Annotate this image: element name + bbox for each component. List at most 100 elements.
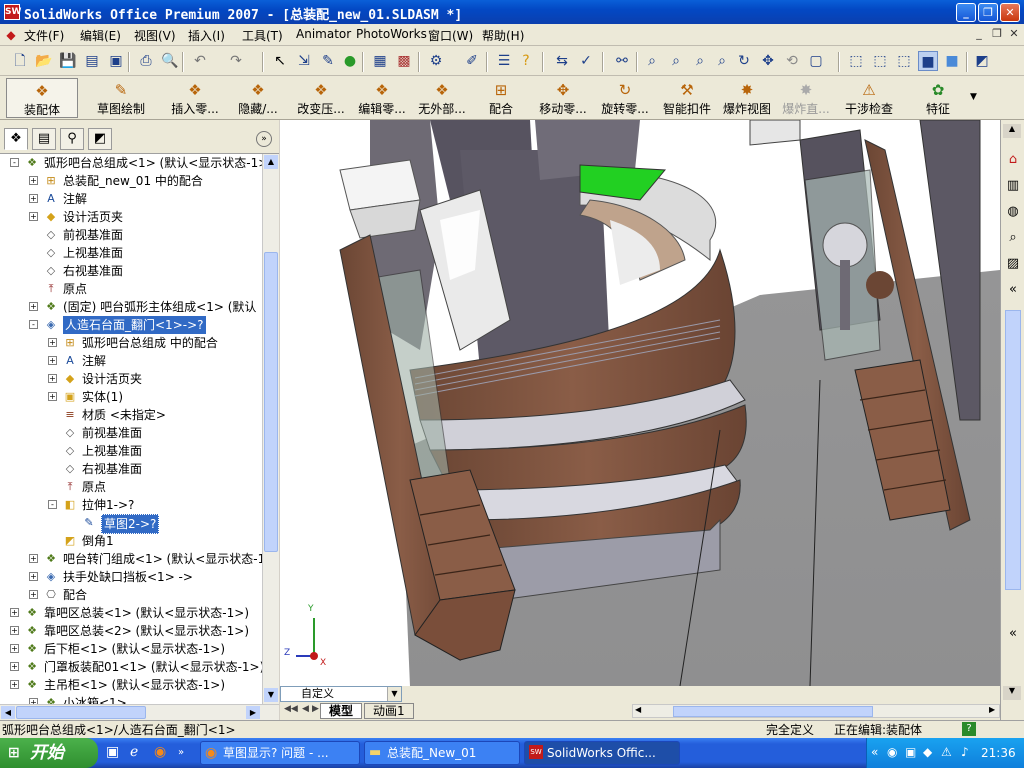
solidworks-menu-icon[interactable]: ◆: [2, 25, 20, 43]
tree-row[interactable]: + ❖ 靠吧区总装<1> (默认<显示状态-1>): [0, 604, 262, 622]
expand-icon[interactable]: +: [29, 302, 38, 311]
collapse-icon[interactable]: -: [29, 320, 38, 329]
scroll-thumb[interactable]: [264, 252, 278, 552]
ie-icon[interactable]: ℯ: [130, 744, 138, 760]
property-manager-tab[interactable]: ▤: [32, 128, 56, 150]
tab-nav-prev-icon[interactable]: ◀: [302, 704, 309, 714]
tree-row[interactable]: ⤒ 原点: [0, 478, 262, 496]
menu-help[interactable]: 帮助(H): [482, 27, 524, 44]
expand-icon[interactable]: +: [29, 554, 38, 563]
zoom-fit-icon[interactable]: ⌕: [642, 51, 662, 71]
tab-model[interactable]: 模型: [320, 703, 363, 719]
expand-icon[interactable]: +: [10, 626, 19, 635]
tree-row[interactable]: + ◆ 设计活页夹: [0, 208, 262, 226]
hide-show-button[interactable]: ❖ 隐藏/...: [228, 78, 288, 118]
tree-row[interactable]: - ◈ 人造石台面_翻门<1>->?: [0, 316, 262, 334]
component-icon[interactable]: ▣: [106, 51, 126, 71]
scroll-thumb[interactable]: [1005, 310, 1021, 590]
search-icon[interactable]: ⌕: [1003, 228, 1023, 248]
tree-row[interactable]: + ◆ 设计活页夹: [0, 370, 262, 388]
tree-row[interactable]: + ⎔ 配合: [0, 586, 262, 604]
shaded-icon[interactable]: ■: [942, 51, 962, 71]
section-view-icon[interactable]: ◩: [972, 51, 992, 71]
pan-icon[interactable]: ✥: [758, 51, 778, 71]
scroll-down-icon[interactable]: ▼: [1003, 686, 1021, 700]
expand-icon[interactable]: +: [29, 194, 38, 203]
collapse-icon[interactable]: -: [10, 158, 19, 167]
show-desktop-icon[interactable]: ▣: [106, 744, 119, 760]
expand-icon[interactable]: +: [48, 338, 57, 347]
doc-restore-button[interactable]: ❐: [990, 27, 1004, 41]
scroll-down-icon[interactable]: ▼: [264, 688, 278, 702]
doc-close-button[interactable]: ✕: [1007, 27, 1021, 41]
menu-view[interactable]: 视图(V): [134, 27, 176, 44]
exploded-view-button[interactable]: ✸ 爆炸视图: [720, 78, 774, 118]
hidden-lines-removed-icon[interactable]: ⬚: [894, 51, 914, 71]
view-orientation-icon[interactable]: ▢: [806, 51, 826, 71]
expand-icon[interactable]: +: [10, 644, 19, 653]
menu-insert[interactable]: 插入(I): [188, 27, 225, 44]
tree-row[interactable]: + ❖ 小冰箱<1>: [0, 694, 262, 704]
shaded-edges-icon[interactable]: ■: [918, 51, 938, 71]
tree-row[interactable]: ⤒ 原点: [0, 280, 262, 298]
menu-photoworks[interactable]: PhotoWorks: [356, 27, 427, 41]
configuration-manager-tab[interactable]: ⚲: [60, 128, 84, 150]
tray-collapse-icon[interactable]: «: [871, 745, 878, 759]
tree-row[interactable]: ◩ 倒角1: [0, 532, 262, 550]
tree-row[interactable]: + ⊞ 总装配_new_01 中的配合: [0, 172, 262, 190]
roll-view-icon[interactable]: ⟲: [782, 51, 802, 71]
select-icon[interactable]: ↖: [270, 51, 290, 71]
tree-row[interactable]: + ⊞ 弧形吧台总组成 中的配合: [0, 334, 262, 352]
tab-animation[interactable]: 动画1: [364, 703, 414, 719]
smart-fasteners-button[interactable]: ⚒ 智能扣件: [658, 78, 716, 118]
options-icon[interactable]: ⚙: [426, 51, 446, 71]
tree-row[interactable]: ◇ 右视基准面: [0, 460, 262, 478]
zoom-icon[interactable]: 🔍: [160, 51, 180, 71]
taskbar-item-solidworks[interactable]: SW SolidWorks Offic...: [524, 741, 680, 765]
zoom-area-icon[interactable]: ⌕: [666, 51, 686, 71]
hidden-lines-visible-icon[interactable]: ⬚: [870, 51, 890, 71]
tree-row[interactable]: ✎ 草图2->?: [0, 514, 262, 534]
scroll-thumb[interactable]: [16, 706, 146, 719]
menu-file[interactable]: 文件(F): [24, 27, 64, 44]
tree-row[interactable]: ◇ 前视基准面: [0, 226, 262, 244]
tree-row[interactable]: - ◧ 拉伸1->?: [0, 496, 262, 514]
new-icon[interactable]: 🗋: [10, 51, 30, 71]
status-help-icon[interactable]: ?: [962, 722, 976, 736]
help-icon[interactable]: ?: [516, 51, 536, 71]
expand-icon[interactable]: +: [10, 608, 19, 617]
scroll-up-icon[interactable]: ▲: [1003, 124, 1021, 138]
expand-icon[interactable]: +: [10, 680, 19, 689]
start-button[interactable]: ⊞ 开始: [0, 738, 98, 768]
mate-button[interactable]: ⊞ 配合: [478, 78, 524, 118]
tray-network-icon[interactable]: ▣: [905, 745, 916, 759]
expand-icon[interactable]: +: [48, 356, 57, 365]
view-palette-icon[interactable]: ▨: [1003, 254, 1023, 274]
print-preview-icon[interactable]: ▤: [82, 51, 102, 71]
rotate-component-button[interactable]: ↻ 旋转零...: [594, 78, 656, 118]
chevron-down-icon[interactable]: ▼: [970, 92, 977, 102]
restore-button[interactable]: ❐: [978, 3, 998, 22]
tree-row[interactable]: + ▣ 实体(1): [0, 388, 262, 406]
tray-shield-icon[interactable]: ◆: [923, 745, 932, 759]
change-suppression-button[interactable]: ❖ 改变压...: [290, 78, 352, 118]
expand-icon[interactable]: +: [48, 374, 57, 383]
tree-row[interactable]: ◇ 右视基准面: [0, 262, 262, 280]
tree-row[interactable]: ◇ 上视基准面: [0, 244, 262, 262]
menu-animator[interactable]: Animator: [296, 27, 351, 41]
snap-icon[interactable]: ✓: [576, 51, 596, 71]
expand-icon[interactable]: +: [48, 392, 57, 401]
scroll-thumb[interactable]: [673, 706, 873, 717]
wireframe-icon[interactable]: ⬚: [846, 51, 866, 71]
tree-row[interactable]: - ❖ 弧形吧台总组成<1> (默认<显示状态-1>: [0, 154, 262, 172]
interference-check-button[interactable]: ⚠ 干涉检查: [840, 78, 898, 118]
move-component-button[interactable]: ✥ 移动零...: [532, 78, 594, 118]
features-tab-button[interactable]: ✿ 特征: [920, 78, 956, 118]
redo-icon[interactable]: ↷: [226, 51, 246, 71]
expand-panel-icon[interactable]: »: [256, 131, 272, 147]
no-external-button[interactable]: ❖ 无外部...: [412, 78, 472, 118]
assembly-3d-model[interactable]: [280, 120, 1000, 687]
chevron-down-icon[interactable]: ▼: [387, 687, 401, 701]
traffic-light-icon[interactable]: ●: [340, 51, 360, 71]
scroll-left-icon[interactable]: ◀: [1, 706, 15, 719]
